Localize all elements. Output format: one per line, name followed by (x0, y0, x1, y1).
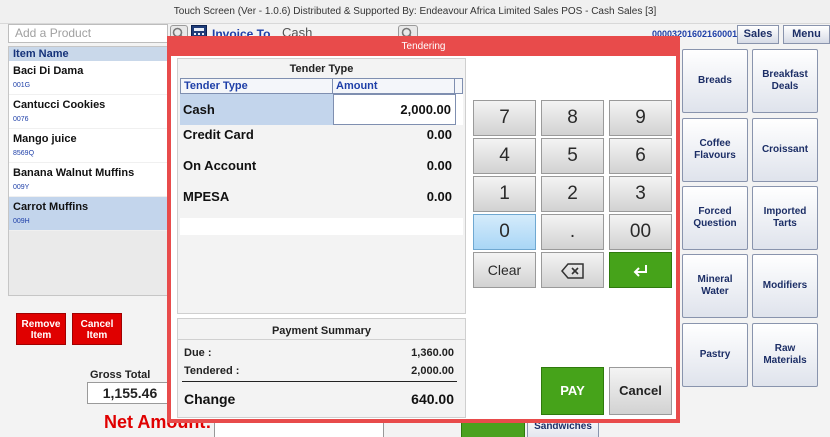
tender-row-mpesa[interactable]: MPESA 0.00 (180, 187, 463, 218)
item-list: Item Name Baci Di Dama 001G Cantucci Coo… (8, 46, 173, 296)
key-9[interactable]: 9 (609, 100, 672, 136)
item-code: 8569Q (13, 150, 35, 157)
category-croissant[interactable]: Croissant (752, 118, 818, 182)
list-item[interactable]: Banana Walnut Muffins 009Y (9, 163, 172, 197)
clear-button[interactable]: Clear (473, 252, 536, 288)
category-coffee-flavours[interactable]: Coffee Flavours (682, 118, 748, 182)
change-row: Change 640.00 (184, 391, 454, 407)
key-0[interactable]: 0 (473, 214, 536, 250)
tendered-label: Tendered : (184, 365, 240, 377)
item-code: 009Y (13, 184, 30, 191)
key-6[interactable]: 6 (609, 138, 672, 174)
key-decimal[interactable]: . (541, 214, 604, 250)
item-code: 009H (13, 218, 30, 225)
item-name: Cantucci Cookies (13, 99, 106, 111)
tender-type: Cash (180, 94, 333, 125)
menu-button[interactable]: Menu (783, 25, 830, 44)
category-breakfast-deals[interactable]: Breakfast Deals (752, 49, 818, 113)
tender-type: On Account (183, 158, 257, 173)
list-item[interactable]: Cantucci Cookies 0076 (9, 95, 172, 129)
due-row: Due : 1,360.00 (184, 347, 454, 359)
list-item[interactable]: Mango juice 8569Q (9, 129, 172, 163)
item-code: 0076 (13, 116, 29, 123)
change-label: Change (184, 391, 236, 407)
divider (182, 381, 457, 382)
tendered-row: Tendered : 2,000.00 (184, 365, 454, 377)
tender-type: Credit Card (183, 127, 254, 142)
remove-item-button[interactable]: Remove Item (16, 313, 66, 345)
item-name: Banana Walnut Muffins (13, 167, 135, 179)
category-imported-tarts[interactable]: Imported Tarts (752, 186, 818, 250)
backspace-button[interactable] (541, 252, 604, 288)
cancel-button[interactable]: Cancel (609, 367, 672, 415)
divider (178, 339, 465, 340)
item-name: Baci Di Dama (13, 65, 84, 77)
key-7[interactable]: 7 (473, 100, 536, 136)
key-1[interactable]: 1 (473, 176, 536, 212)
category-mineral-water[interactable]: Mineral Water (682, 254, 748, 318)
item-name: Carrot Muffins (13, 201, 89, 213)
table-header: Tender Type Amount (180, 78, 463, 94)
list-item[interactable]: Baci Di Dama 001G (9, 61, 172, 95)
category-breads[interactable]: Breads (682, 49, 748, 113)
tender-table: Tender Type Amount Cash 2,000.00 Credit … (180, 78, 463, 235)
dialog-title: Tendering (171, 40, 676, 56)
category-forced-question[interactable]: Forced Question (682, 186, 748, 250)
tendered-value: 2,000.00 (411, 365, 454, 377)
category-pastry[interactable]: Pastry (682, 323, 748, 387)
backspace-icon (560, 263, 584, 279)
category-raw-materials[interactable]: Raw Materials (752, 323, 818, 387)
due-label: Due : (184, 347, 212, 359)
add-product-input[interactable]: Add a Product (8, 24, 168, 43)
column-header-amount: Amount (333, 79, 455, 93)
pay-button[interactable]: PAY (541, 367, 604, 415)
key-8[interactable]: 8 (541, 100, 604, 136)
column-header-tender-type: Tender Type (181, 79, 333, 93)
gross-total-value: 1,155.46 (87, 382, 173, 404)
change-value: 640.00 (411, 391, 454, 407)
key-3[interactable]: 3 (609, 176, 672, 212)
due-value: 1,360.00 (411, 347, 454, 359)
tender-amount: 0.00 (426, 189, 452, 204)
enter-button[interactable] (609, 252, 672, 288)
window-title: Touch Screen (Ver - 1.0.6) Distributed &… (0, 0, 830, 24)
payment-summary-panel: Payment Summary Due : 1,360.00 Tendered … (177, 318, 466, 418)
list-item-selected[interactable]: Carrot Muffins 009H (9, 197, 172, 231)
category-modifiers[interactable]: Modifiers (752, 254, 818, 318)
key-5[interactable]: 5 (541, 138, 604, 174)
tender-row-cash[interactable]: Cash 2,000.00 (180, 94, 463, 125)
tender-type-heading: Tender Type (289, 63, 354, 75)
item-code: 001G (13, 82, 31, 89)
key-4[interactable]: 4 (473, 138, 536, 174)
tender-amount-input[interactable]: 2,000.00 (333, 94, 456, 125)
enter-icon (633, 265, 647, 277)
tendering-dialog: Tendering Tender Type Tender Type Amount… (167, 36, 680, 423)
pos-window: Touch Screen (Ver - 1.0.6) Distributed &… (0, 0, 830, 437)
tender-row-on-account[interactable]: On Account 0.00 (180, 156, 463, 187)
tender-row-credit-card[interactable]: Credit Card 0.00 (180, 125, 463, 156)
sales-button[interactable]: Sales (737, 25, 779, 44)
key-double-zero[interactable]: 00 (609, 214, 672, 250)
tender-type-panel: Tender Type Tender Type Amount Cash 2,00… (177, 58, 466, 314)
key-2[interactable]: 2 (541, 176, 604, 212)
tender-type: MPESA (183, 189, 230, 204)
payment-summary-heading: Payment Summary (271, 325, 372, 337)
gross-total-label: Gross Total (90, 369, 151, 381)
item-list-header: Item Name (9, 47, 172, 61)
cancel-item-button[interactable]: Cancel Item (72, 313, 122, 345)
item-name: Mango juice (13, 133, 77, 145)
tender-amount: 0.00 (426, 127, 452, 142)
tender-amount: 0.00 (426, 158, 452, 173)
